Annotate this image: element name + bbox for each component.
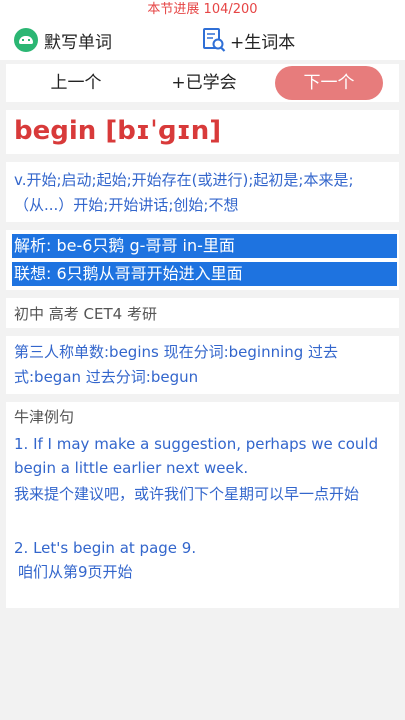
headword: begin [bɪˈɡɪn] <box>14 116 222 146</box>
word-navigation: 上一个 +已学会 下一个 <box>6 64 399 102</box>
meaning-card: v.开始;启动;起始;开始存在(或进行);起初是;本来是;（从...）开始;开始… <box>6 162 399 222</box>
android-icon <box>14 28 38 52</box>
exam-levels: 初中 高考 CET4 考研 <box>14 305 157 323</box>
top-toolbar: 默写单词 +生词本 <box>0 20 405 60</box>
next-button[interactable]: 下一个 <box>275 66 383 100</box>
dictation-label: 默写单词 <box>44 32 112 53</box>
dictation-button[interactable]: 默写单词 <box>14 20 112 60</box>
word-forms: 第三人称单数:begins 现在分词:beginning 过去式:began 过… <box>14 343 339 386</box>
examples-card: 牛津例句 1. If I may make a suggestion, perh… <box>6 402 399 608</box>
new-words-label: +生词本 <box>230 32 296 53</box>
example-sentence-cn: 咱们从第9页开始 <box>18 563 133 581</box>
add-new-words-button[interactable]: +生词本 <box>202 20 295 60</box>
levels-card: 初中 高考 CET4 考研 <box>6 298 399 328</box>
prev-button[interactable]: 上一个 <box>16 66 136 100</box>
mnemonic-card: 解析: be-6只鹅 g-哥哥 in-里面 联想: 6只鹅从哥哥开始进入里面 <box>6 230 399 290</box>
example-sentence-en: 1. If I may make a suggestion, perhaps w… <box>14 435 379 477</box>
example-sentence-cn: 我来提个建议吧，或许我们下个星期可以早一点开始 <box>14 485 360 503</box>
word-association: 联想: 6只鹅从哥哥开始进入里面 <box>12 262 397 286</box>
forms-card: 第三人称单数:begins 现在分词:beginning 过去式:began 过… <box>6 336 399 394</box>
progress-indicator: 本节进展 104/200 <box>0 0 405 20</box>
examples-title: 牛津例句 <box>14 408 75 426</box>
headword-card: begin [bɪˈɡɪn] <box>6 110 399 154</box>
mark-learned-button[interactable]: +已学会 <box>144 66 264 100</box>
word-meaning: v.开始;启动;起始;开始存在(或进行);起初是;本来是;（从...）开始;开始… <box>14 171 354 214</box>
example-sentence-en: 2. Let's begin at page 9. <box>14 539 197 557</box>
book-search-icon <box>203 28 226 52</box>
word-analysis: 解析: be-6只鹅 g-哥哥 in-里面 <box>12 234 397 258</box>
